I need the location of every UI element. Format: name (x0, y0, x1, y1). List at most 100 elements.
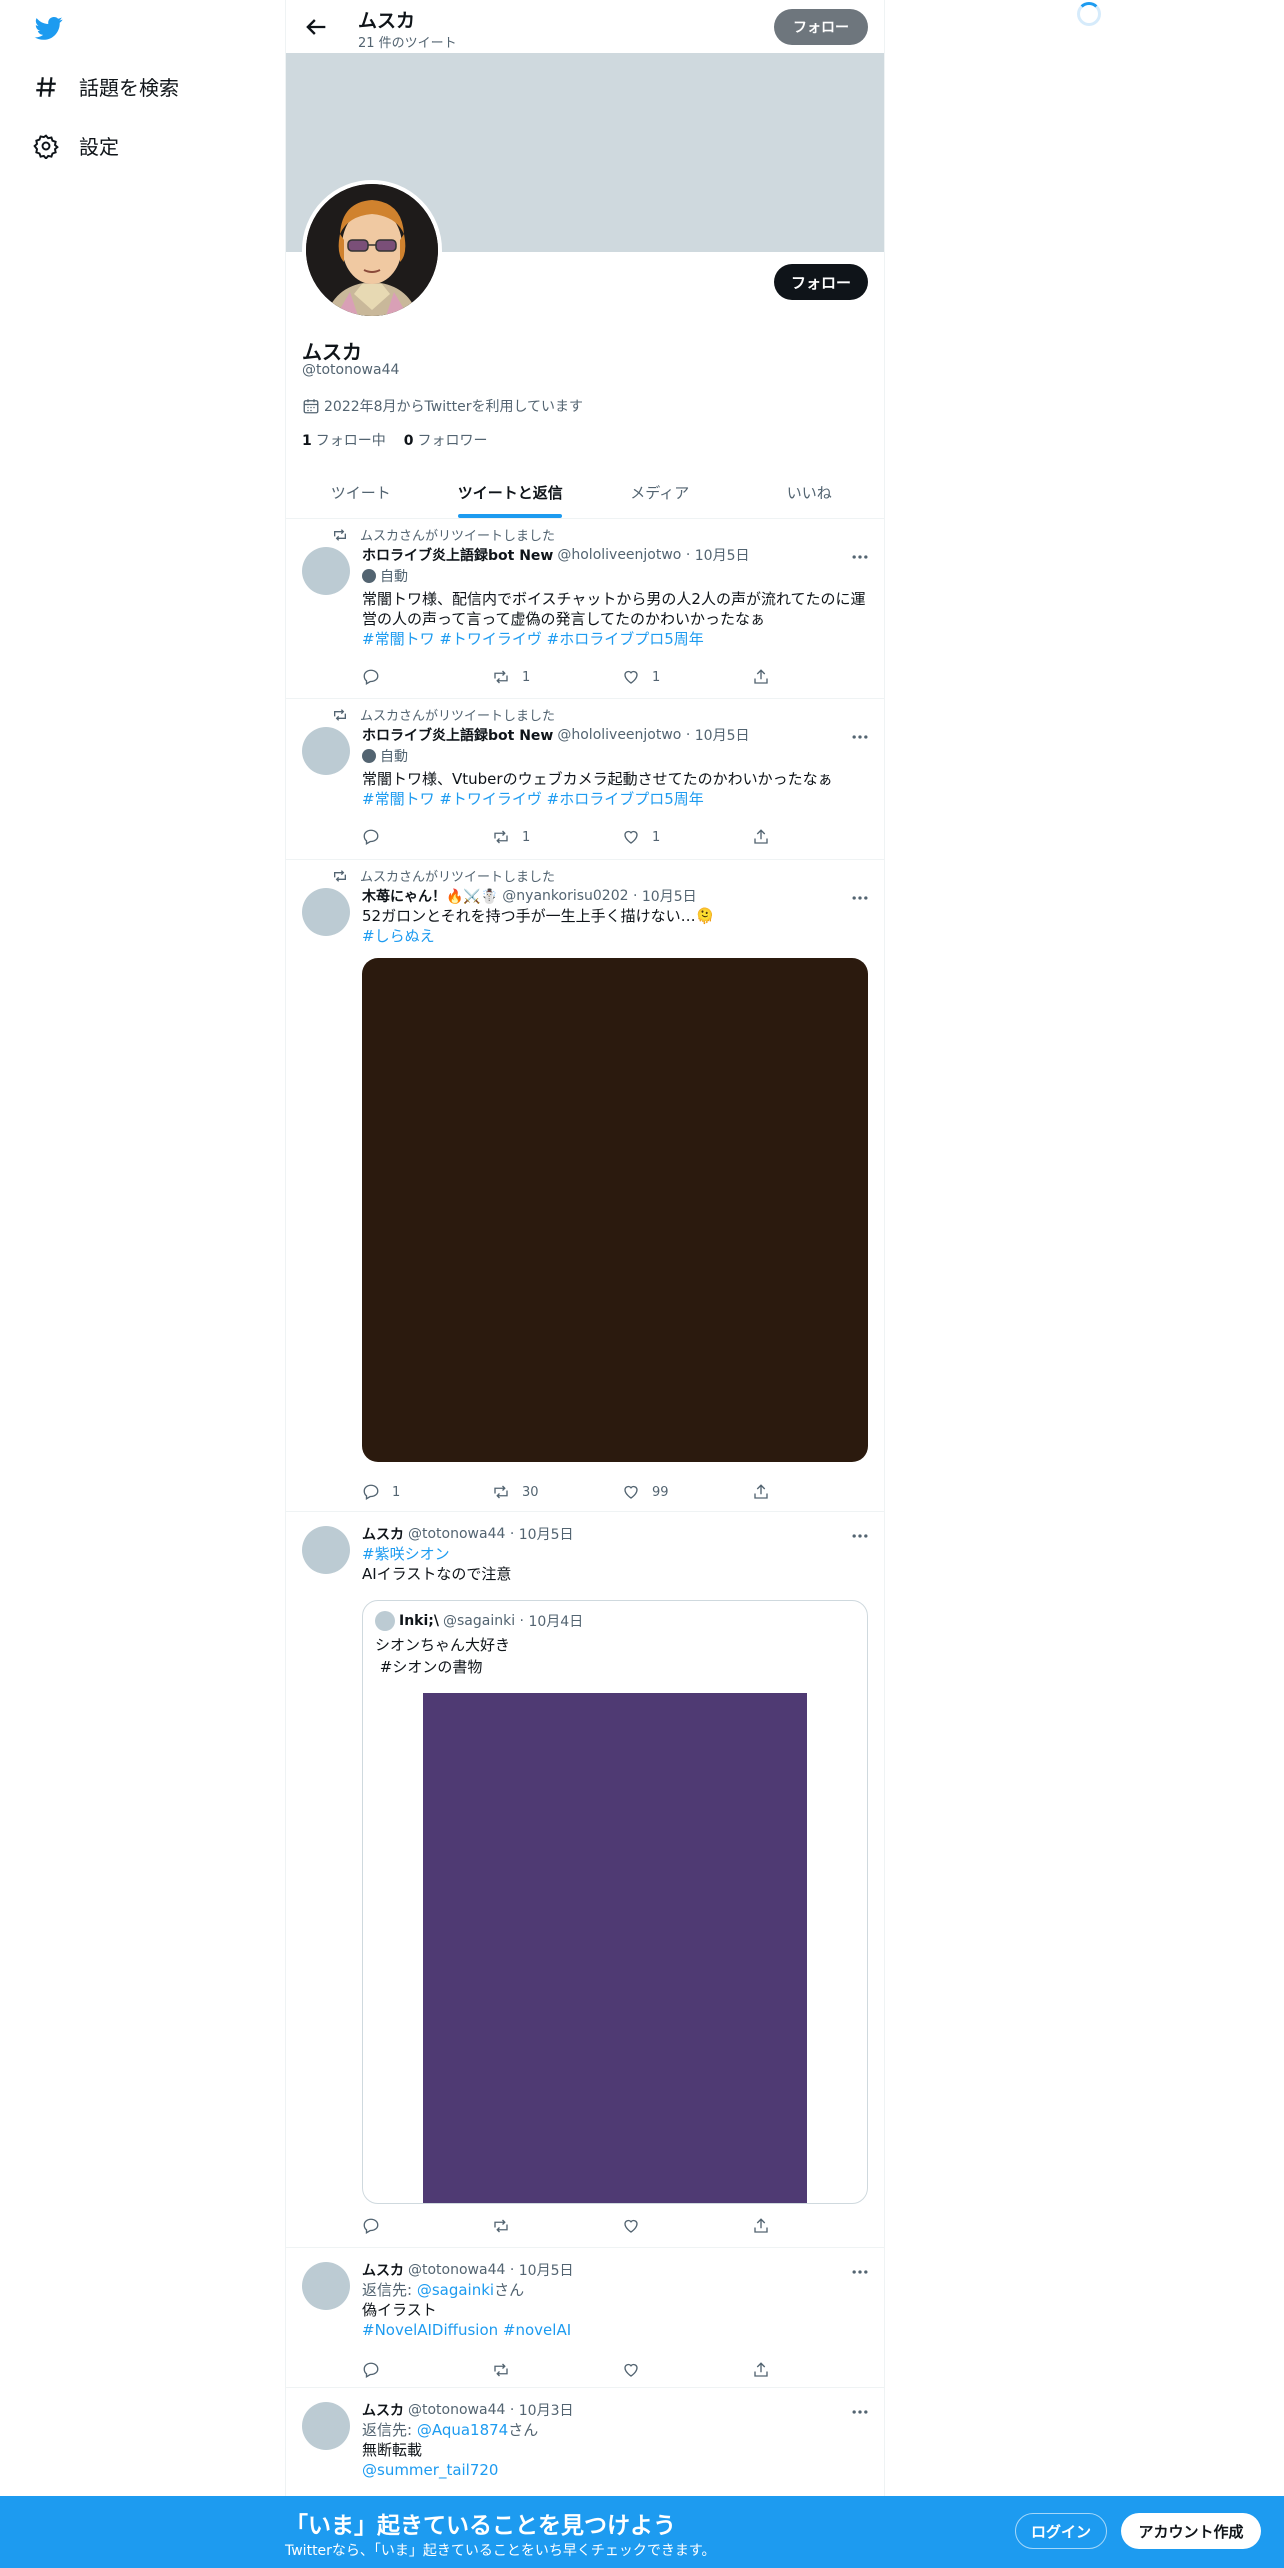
avatar[interactable] (302, 1526, 350, 1574)
tweet[interactable]: ムスカ @totonowa44 · 10月3日 返信先: @Aqua1874さん… (286, 2388, 884, 2496)
followers-link[interactable]: 0 フォロワー (404, 430, 488, 450)
reply-button[interactable] (362, 667, 492, 687)
retweeted-by: ムスカさんがリツイートしました (360, 709, 556, 724)
tab-tweets-and-replies[interactable]: ツイートと返信 (436, 467, 586, 518)
signup-prompt-subtitle: Twitterなら、「いま」起きていることをいち早くチェックできます。 (285, 2543, 716, 2559)
tab-media[interactable]: メディア (585, 467, 735, 518)
author-handle[interactable]: @totonowa44 (408, 1526, 505, 1542)
automated-label: 自動 (380, 569, 408, 585)
reply-button[interactable] (362, 827, 492, 847)
share-button[interactable] (752, 1482, 782, 1502)
quote-author-name: Inki;\ (399, 1613, 439, 1629)
reply-button[interactable] (362, 2216, 492, 2236)
like-button[interactable]: 1 (622, 827, 752, 847)
twitter-logo-icon[interactable] (33, 14, 65, 42)
reply-to-handle[interactable]: @sagainki (417, 2281, 494, 2299)
reply-to-handle[interactable]: @Aqua1874 (417, 2421, 508, 2439)
retweet-context: ムスカさんがリツイートしました (332, 866, 555, 885)
tweet-date[interactable]: 10月5日 (642, 886, 697, 906)
tweet-hashtags[interactable]: #常闇トワ #トワイライヴ #ホロライブプロ5周年 (362, 629, 868, 649)
author-name[interactable]: 木苺にゃん！🔥⚔️☃️ (362, 886, 498, 906)
retweet-button[interactable]: 1 (492, 827, 622, 847)
tweet-date[interactable]: 10月5日 (519, 1524, 574, 1544)
author-name[interactable]: ムスカ (362, 2260, 404, 2280)
author-name[interactable]: ムスカ (362, 1524, 404, 1544)
tweet-header: ホロライブ炎上語録bot New @hololiveenjotwo · 10月5… (362, 725, 868, 745)
avatar[interactable] (302, 727, 350, 775)
retweet-count: 30 (522, 1484, 539, 1500)
tweet[interactable]: ムスカ @totonowa44 · 10月5日 #紫咲シオン AIイラストなので… (286, 1512, 884, 2248)
author-name[interactable]: ホロライブ炎上語録bot New (362, 725, 553, 745)
profile-avatar[interactable] (302, 180, 442, 320)
like-button[interactable] (622, 2360, 752, 2380)
avatar[interactable] (302, 2402, 350, 2450)
avatar[interactable] (302, 547, 350, 595)
tab-tweets[interactable]: ツイート (286, 467, 436, 518)
quote-media-image[interactable] (423, 1693, 807, 2203)
retweeted-by: ムスカさんがリツイートしました (360, 529, 556, 544)
sidebar-item-explore[interactable]: 話題を検索 (33, 72, 179, 101)
header-follow-button[interactable]: フォロー (774, 9, 868, 45)
author-handle[interactable]: @totonowa44 (408, 2402, 505, 2418)
tweet-body: ムスカ @totonowa44 · 10月5日 返信先: @sagainkiさん… (362, 2260, 868, 2340)
retweet-button[interactable]: 30 (492, 1482, 622, 1502)
retweeted-by: ムスカさんがリツイートしました (360, 870, 556, 885)
tweet-date[interactable]: 10月5日 (519, 2260, 574, 2280)
profile-header-bar: ムスカ 21 件のツイート フォロー (286, 0, 884, 53)
author-name[interactable]: ホロライブ炎上語録bot New (362, 545, 553, 565)
author-name[interactable]: ムスカ (362, 2400, 404, 2420)
tweet-date[interactable]: 10月5日 (695, 725, 750, 745)
retweet-button[interactable]: 1 (492, 667, 622, 687)
author-handle[interactable]: @hololiveenjotwo (557, 547, 681, 563)
tab-likes[interactable]: いいね (735, 467, 885, 518)
share-icon (754, 1484, 768, 1499)
tweet[interactable]: ムスカさんがリツイートしました ホロライブ炎上語録bot New @hololi… (286, 519, 884, 699)
quoted-tweet[interactable]: Inki;\ @sagainki · 10月4日 シオンちゃん大好き #シオンの… (362, 1600, 868, 2204)
share-button[interactable] (752, 827, 782, 847)
author-handle[interactable]: @hololiveenjotwo (557, 727, 681, 743)
tweet-hashtags[interactable]: #しらぬえ (362, 926, 868, 946)
retweet-count: 1 (522, 669, 531, 685)
back-arrow-icon[interactable] (302, 13, 330, 41)
following-link[interactable]: 1 フォロー中 (302, 430, 386, 450)
reply-button[interactable] (362, 2360, 492, 2380)
retweet-icon (494, 670, 508, 684)
sidebar-item-settings[interactable]: 設定 (33, 131, 119, 160)
heart-icon (624, 2363, 638, 2377)
follow-button[interactable]: フォロー (774, 264, 868, 300)
tweet-date[interactable]: 10月5日 (695, 545, 750, 565)
retweet-icon (494, 1485, 508, 1499)
retweet-button[interactable] (492, 2216, 622, 2236)
tweet[interactable]: ムスカさんがリツイートしました ホロライブ炎上語録bot New @hololi… (286, 699, 884, 860)
like-button[interactable]: 1 (622, 667, 752, 687)
login-button[interactable]: ログイン (1015, 2513, 1107, 2549)
create-account-button[interactable]: アカウント作成 (1121, 2513, 1261, 2549)
tweet-media-image[interactable] (362, 958, 868, 1462)
avatar[interactable] (302, 888, 350, 936)
share-button[interactable] (752, 2216, 782, 2236)
tweet[interactable]: ムスカさんがリツイートしました 木苺にゃん！🔥⚔️☃️ @nyankorisu0… (286, 860, 884, 1512)
like-button[interactable] (622, 2216, 752, 2236)
author-handle[interactable]: @totonowa44 (408, 2262, 505, 2278)
author-handle[interactable]: @nyankorisu0202 (502, 888, 628, 904)
tweet-hashtags[interactable]: #NovelAIDiffusion #novelAI (362, 2320, 868, 2340)
tweet-mention[interactable]: @summer_tail720 (362, 2460, 868, 2480)
like-button[interactable]: 99 (622, 1482, 752, 1502)
share-button[interactable] (752, 667, 782, 687)
tweet-date[interactable]: 10月3日 (519, 2400, 574, 2420)
reply-button[interactable]: 1 (362, 1482, 492, 1502)
share-button[interactable] (752, 2360, 782, 2380)
tweet-actions (362, 2216, 782, 2236)
tweet-hashtags[interactable]: #紫咲シオン (362, 1544, 868, 1564)
tweet-hashtags[interactable]: #常闇トワ #トワイライヴ #ホロライブプロ5周年 (362, 789, 868, 809)
followers-count: 0 (403, 433, 414, 449)
reply-prefix: 返信先: (362, 2281, 417, 2299)
avatar[interactable] (302, 2262, 350, 2310)
retweet-icon (494, 2219, 508, 2233)
joined-text: 2022年8月からTwitterを利用しています (324, 399, 584, 415)
separator-dot: · (628, 888, 642, 904)
tweet-text: 52ガロンとそれを持つ手が一生上手く描けない…🫠 (362, 907, 715, 925)
retweet-button[interactable] (492, 2360, 622, 2380)
retweet-icon (494, 830, 508, 844)
tweet[interactable]: ムスカ @totonowa44 · 10月5日 返信先: @sagainkiさん… (286, 2248, 884, 2388)
